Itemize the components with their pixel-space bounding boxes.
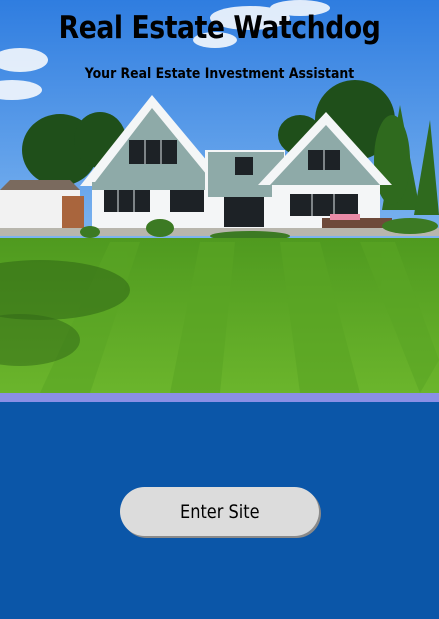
enter-site-label: Enter Site: [179, 500, 260, 523]
page-title: Real Estate Watchdog: [58, 10, 381, 46]
hero-image: Real Estate Watchdog Your Real Estate In…: [0, 0, 439, 393]
page-subtitle: Your Real Estate Investment Assistant: [84, 66, 355, 82]
house-photo: [0, 0, 439, 393]
enter-site-button[interactable]: Enter Site: [120, 487, 319, 536]
divider-bar: [0, 393, 439, 402]
